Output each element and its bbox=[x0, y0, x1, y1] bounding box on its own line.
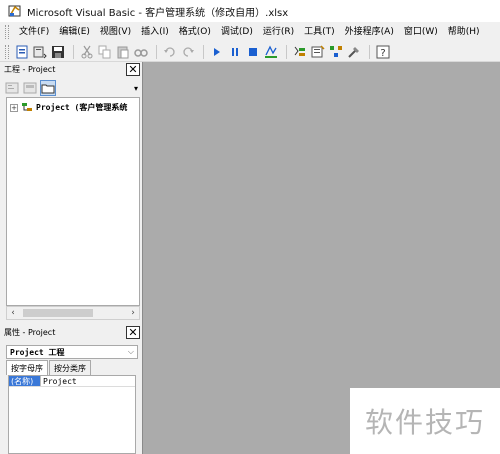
view-excel-icon[interactable] bbox=[14, 44, 30, 60]
project-pane-header: 工程 - Project ✕ bbox=[0, 62, 140, 76]
toolbar-grip[interactable] bbox=[5, 44, 9, 59]
properties-pane-close-button[interactable]: ✕ bbox=[126, 325, 140, 339]
properties-pane-header: 属性 - Project ✕ bbox=[0, 325, 140, 339]
object-browser-icon[interactable] bbox=[328, 44, 344, 60]
menu-window[interactable]: 窗口(W) bbox=[399, 22, 443, 42]
design-mode-icon[interactable] bbox=[263, 44, 279, 60]
scroll-right-icon[interactable]: › bbox=[127, 308, 139, 318]
standard-toolbar: ? bbox=[0, 42, 500, 62]
menu-edit[interactable]: 编辑(E) bbox=[54, 22, 95, 42]
cut-icon[interactable] bbox=[79, 44, 95, 60]
properties-tabs: 按字母序 按分类序 bbox=[6, 360, 92, 375]
properties-window-icon[interactable] bbox=[310, 44, 326, 60]
property-row[interactable]: (名称) Project bbox=[9, 376, 135, 387]
view-object-icon[interactable] bbox=[22, 80, 38, 96]
menu-bar: 文件(F) 编辑(E) 视图(V) 插入(I) 格式(O) 调试(D) 运行(R… bbox=[0, 22, 500, 42]
paste-icon[interactable] bbox=[115, 44, 131, 60]
view-code-icon[interactable] bbox=[4, 80, 20, 96]
project-tree-hscrollbar[interactable]: ‹ › bbox=[6, 306, 140, 320]
scroll-left-icon[interactable]: ‹ bbox=[7, 308, 19, 318]
menu-tools[interactable]: 工具(T) bbox=[299, 22, 340, 42]
save-icon[interactable] bbox=[50, 44, 66, 60]
toolbar-separator bbox=[203, 44, 204, 59]
toolbox-icon[interactable] bbox=[346, 44, 362, 60]
chevron-down-icon[interactable]: ⌵ bbox=[128, 347, 134, 357]
toolbar-dropdown-icon[interactable]: ▾ bbox=[134, 84, 138, 93]
toolbar-separator bbox=[286, 44, 287, 59]
window-title: Microsoft Visual Basic - 客户管理系统（修改自用）.xl… bbox=[27, 7, 289, 19]
toolbar-separator bbox=[369, 44, 370, 59]
run-icon[interactable] bbox=[209, 44, 225, 60]
break-icon[interactable] bbox=[227, 44, 243, 60]
vba-project-icon bbox=[22, 103, 32, 111]
title-bar: Microsoft Visual Basic - 客户管理系统（修改自用）.xl… bbox=[0, 0, 500, 22]
find-icon[interactable] bbox=[133, 44, 149, 60]
copy-icon[interactable] bbox=[97, 44, 113, 60]
project-explorer-icon[interactable] bbox=[292, 44, 308, 60]
project-tree: + Project (客户管理系统 bbox=[6, 97, 140, 306]
menu-help[interactable]: 帮助(H) bbox=[443, 22, 485, 42]
vba-app-icon bbox=[8, 5, 21, 17]
menu-addins[interactable]: 外接程序(A) bbox=[340, 22, 399, 42]
scroll-thumb[interactable] bbox=[23, 309, 93, 317]
watermark-text: 软件技巧 bbox=[364, 406, 485, 439]
tab-categorized[interactable]: 按分类序 bbox=[49, 360, 91, 375]
project-pane-toolbar: ▾ bbox=[4, 79, 140, 97]
tree-item-label: Project (客户管理系统 bbox=[36, 103, 128, 112]
menu-view[interactable]: 视图(V) bbox=[95, 22, 136, 42]
tree-item-project[interactable]: + Project (客户管理系统 bbox=[10, 101, 139, 114]
insert-module-icon[interactable] bbox=[32, 44, 48, 60]
property-value[interactable]: Project bbox=[41, 376, 135, 386]
svg-text:?: ? bbox=[380, 48, 385, 59]
menu-format[interactable]: 格式(O) bbox=[174, 22, 216, 42]
project-pane-title: 工程 - Project bbox=[4, 64, 56, 74]
toolbar-separator bbox=[156, 44, 157, 59]
object-select[interactable]: Project 工程 ⌵ bbox=[6, 345, 138, 359]
object-select-value: Project 工程 bbox=[10, 347, 65, 357]
close-icon: ✕ bbox=[128, 325, 138, 339]
expand-icon[interactable]: + bbox=[10, 103, 18, 112]
properties-grid: (名称) Project bbox=[8, 375, 136, 454]
tab-alphabetic[interactable]: 按字母序 bbox=[6, 360, 48, 375]
menu-insert[interactable]: 插入(I) bbox=[136, 22, 174, 42]
property-name: (名称) bbox=[9, 376, 41, 386]
watermark: 软件技巧 bbox=[350, 388, 500, 454]
properties-pane-title: 属性 - Project bbox=[4, 327, 56, 337]
project-pane-close-button[interactable]: ✕ bbox=[126, 62, 140, 76]
close-icon: ✕ bbox=[128, 62, 138, 76]
undo-icon[interactable] bbox=[162, 44, 178, 60]
toolbar-separator bbox=[73, 44, 74, 59]
redo-icon[interactable] bbox=[180, 44, 196, 60]
menu-file[interactable]: 文件(F) bbox=[14, 22, 54, 42]
menu-debug[interactable]: 调试(D) bbox=[216, 22, 258, 42]
toggle-folders-icon[interactable] bbox=[40, 80, 56, 96]
help-icon[interactable]: ? bbox=[375, 44, 391, 60]
reset-icon[interactable] bbox=[245, 44, 261, 60]
menu-run[interactable]: 运行(R) bbox=[258, 22, 299, 42]
menubar-grip[interactable] bbox=[5, 25, 9, 39]
